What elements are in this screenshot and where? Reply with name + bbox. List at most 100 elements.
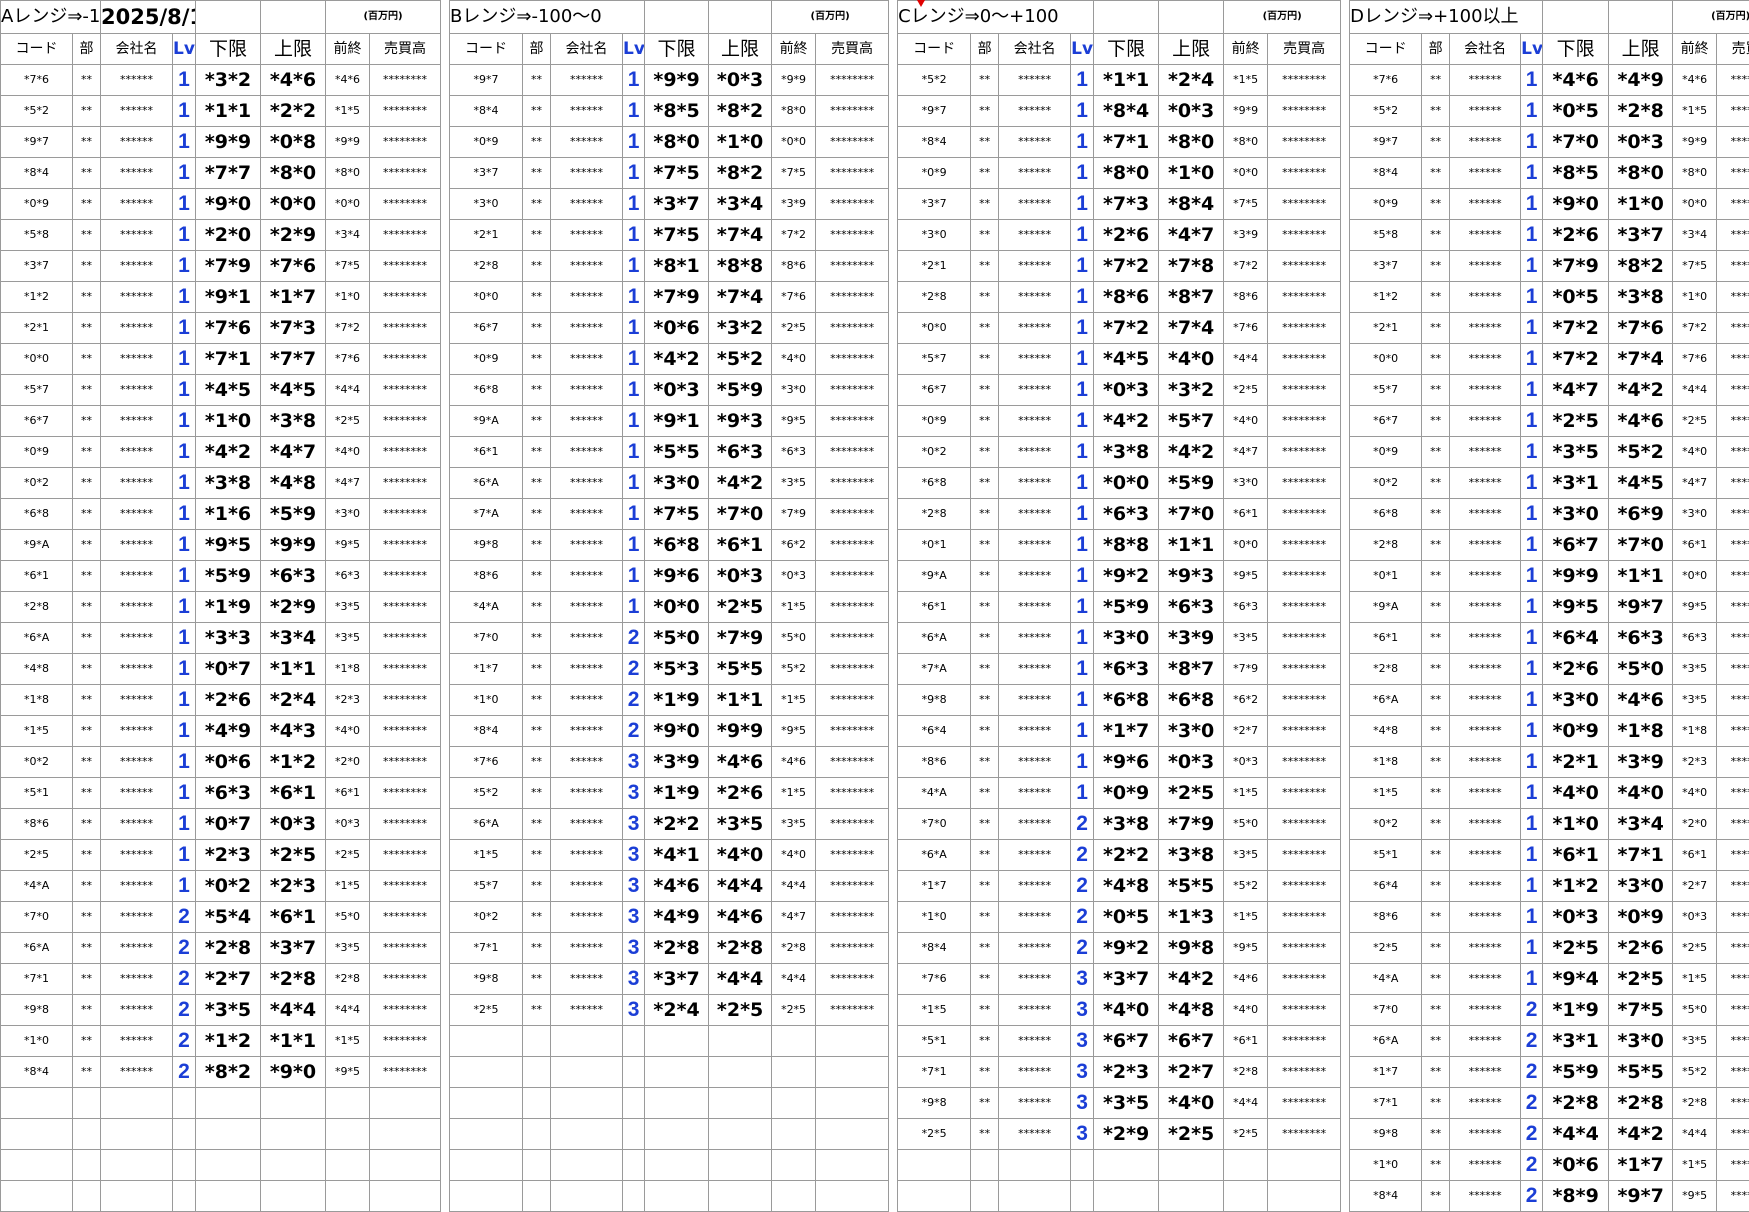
cell-lower[interactable]: *1*1 [1094,65,1159,96]
cell-lower[interactable]: *9*0 [645,716,709,747]
header-upper[interactable]: 上限 [709,34,772,65]
cell-dept[interactable]: ** [73,654,101,685]
cell-prev[interactable]: *7*6 [1673,344,1717,375]
cell-volume[interactable]: ******** [1268,313,1341,344]
cell-prev[interactable]: *0*3 [1673,902,1717,933]
cell-lower[interactable]: *4*0 [1094,995,1159,1026]
cell-lv[interactable]: 1 [1521,375,1543,406]
cell-prev[interactable]: *7*6 [1224,313,1268,344]
cell-upper[interactable]: *2*5 [709,592,772,623]
header-prev[interactable]: 前終 [326,34,370,65]
empty-cell[interactable] [523,1181,551,1212]
cell-lv[interactable]: 1 [1521,964,1543,995]
cell-upper[interactable]: *0*9 [1609,902,1673,933]
cell-prev[interactable]: *6*1 [1673,530,1717,561]
cell-upper[interactable]: *3*9 [1609,747,1673,778]
cell-code[interactable]: *1*0 [1350,1150,1422,1181]
cell-lv[interactable]: 2 [173,1057,196,1088]
empty-cell[interactable] [1159,1150,1224,1181]
cell-code[interactable]: *8*6 [898,747,971,778]
cell-lv[interactable]: 1 [623,499,645,530]
cell-dept[interactable]: ** [523,561,551,592]
cell-upper[interactable]: *0*3 [1159,747,1224,778]
cell-company[interactable]: ****** [101,654,173,685]
cell-code[interactable]: *8*4 [898,933,971,964]
cell-lower[interactable]: *0*5 [1094,902,1159,933]
cell-lower[interactable]: *2*3 [196,840,261,871]
cell-company[interactable]: ****** [551,778,623,809]
cell-lv[interactable]: 1 [1071,375,1094,406]
cell-code[interactable]: *9*A [450,406,523,437]
cell-dept[interactable]: ** [73,189,101,220]
cell-company[interactable]: ****** [551,840,623,871]
cell-lv[interactable]: 1 [173,220,196,251]
cell-lower[interactable]: *4*7 [1543,375,1609,406]
cell-upper[interactable]: *5*5 [1159,871,1224,902]
cell-lv[interactable]: 2 [173,933,196,964]
cell-lv[interactable]: 1 [1521,623,1543,654]
cell-prev[interactable]: *5*0 [326,902,370,933]
cell-prev[interactable]: *2*3 [1673,747,1717,778]
cell-volume[interactable]: ******** [816,902,889,933]
empty-cell[interactable] [999,1150,1071,1181]
cell-dept[interactable]: ** [1422,189,1450,220]
cell-code[interactable]: *9*8 [898,685,971,716]
cell-lower[interactable]: *1*0 [1543,809,1609,840]
cell-volume[interactable]: ******** [370,809,441,840]
cell-lv[interactable]: 3 [623,840,645,871]
cell-lower[interactable]: *8*2 [196,1057,261,1088]
cell-prev[interactable]: *4*4 [1224,344,1268,375]
cell-volume[interactable]: ******** [816,158,889,189]
cell-dept[interactable]: ** [1422,809,1450,840]
cell-lower[interactable]: *1*7 [1094,716,1159,747]
cell-upper[interactable]: *0*3 [261,809,326,840]
cell-lower[interactable]: *9*1 [196,282,261,313]
cell-lower[interactable]: *8*5 [1543,158,1609,189]
cell-code[interactable]: *6*A [450,468,523,499]
cell-lower[interactable]: *2*7 [196,964,261,995]
cell-lv[interactable]: 1 [173,592,196,623]
cell-dept[interactable]: ** [971,747,999,778]
cell-company[interactable]: ****** [101,933,173,964]
cell-volume[interactable]: ******** [1717,530,1749,561]
cell-volume[interactable]: ******** [816,964,889,995]
cell-upper[interactable]: *0*3 [1609,127,1673,158]
empty-cell[interactable] [326,1088,370,1119]
cell-company[interactable]: ****** [551,406,623,437]
cell-company[interactable]: ****** [1450,1119,1521,1150]
cell-dept[interactable]: ** [1422,995,1450,1026]
cell-code[interactable]: *1*5 [1,716,73,747]
cell-dept[interactable]: ** [73,716,101,747]
empty-cell[interactable] [261,1,326,34]
cell-prev[interactable]: *0*0 [1224,530,1268,561]
cell-company[interactable]: ****** [101,313,173,344]
cell-lower[interactable]: *4*9 [645,902,709,933]
cell-company[interactable]: ****** [1450,1057,1521,1088]
header-code[interactable]: コード [1,34,73,65]
cell-prev[interactable]: *9*5 [1224,561,1268,592]
cell-upper[interactable]: *4*6 [709,902,772,933]
cell-upper[interactable]: *9*8 [1159,933,1224,964]
cell-lower[interactable]: *8*8 [1094,530,1159,561]
cell-lower[interactable]: *6*3 [1094,499,1159,530]
cell-code[interactable]: *1*5 [898,995,971,1026]
empty-cell[interactable] [450,1181,523,1212]
cell-upper[interactable]: *2*5 [1159,1119,1224,1150]
cell-volume[interactable]: ******** [370,747,441,778]
cell-lower[interactable]: *3*1 [1543,1026,1609,1057]
empty-cell[interactable] [73,1119,101,1150]
cell-upper[interactable]: *1*0 [1609,189,1673,220]
cell-lower[interactable]: *0*5 [1543,96,1609,127]
cell-code[interactable]: *5*1 [898,1026,971,1057]
cell-company[interactable]: ****** [1450,809,1521,840]
cell-company[interactable]: ****** [101,251,173,282]
header-volume[interactable]: 売買高 [816,34,889,65]
cell-dept[interactable]: ** [971,65,999,96]
cell-dept[interactable]: ** [523,406,551,437]
cell-lv[interactable]: 1 [1071,623,1094,654]
cell-upper[interactable]: *0*3 [709,561,772,592]
cell-prev[interactable]: *7*2 [326,313,370,344]
empty-cell[interactable] [261,1119,326,1150]
cell-volume[interactable]: ******** [370,406,441,437]
empty-cell[interactable] [551,1181,623,1212]
